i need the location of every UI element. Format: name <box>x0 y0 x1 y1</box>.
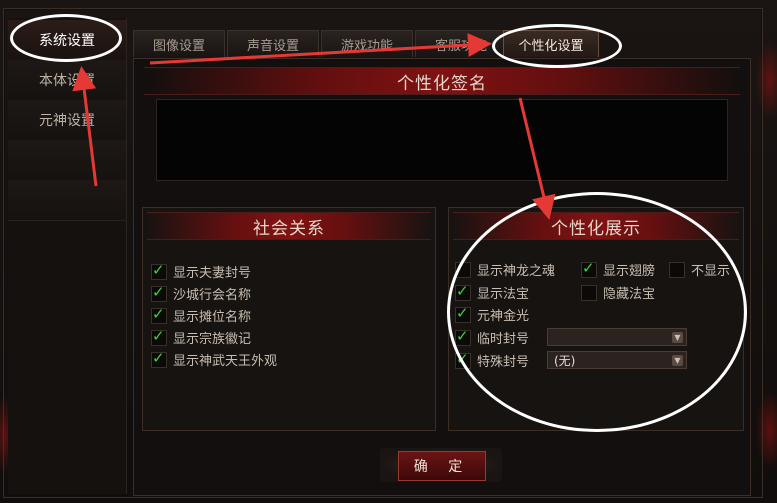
arrow-to-display-panel <box>518 97 556 220</box>
arrow-to-system-settings <box>72 66 98 187</box>
annotation-arrows <box>72 33 556 220</box>
arrow-to-personalization-tab <box>149 33 492 65</box>
